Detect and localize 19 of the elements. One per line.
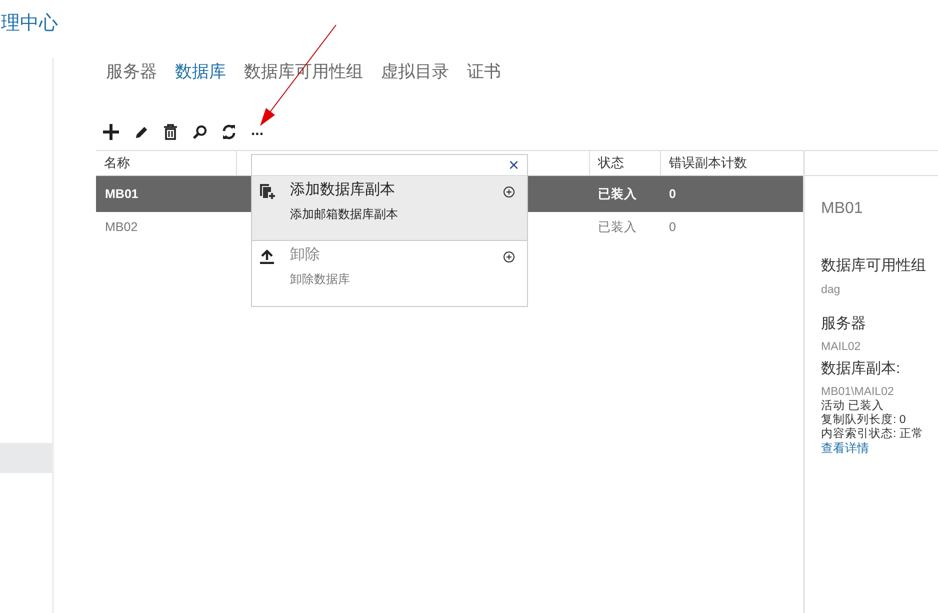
menu-item-title: 添加数据库副本 xyxy=(290,180,396,200)
section-heading: 数据库可用性组 xyxy=(821,256,927,276)
menu-item-description: 添加邮箱数据库副本 xyxy=(290,206,399,222)
menu-item-description: 卸除数据库 xyxy=(290,271,351,287)
detail-text: 内容索引状态: 正常 xyxy=(821,426,924,440)
detail-text: 活动 已装入 xyxy=(821,398,886,412)
detail-text: MAIL02 xyxy=(821,340,862,354)
app-title: 理中心 xyxy=(1,12,58,36)
details-title: MB01 xyxy=(821,199,864,219)
detail-text: 复制队列长度: 0 xyxy=(821,412,907,426)
table-cell: 0 xyxy=(669,186,676,201)
section-heading: 数据库副本: xyxy=(821,359,902,379)
table-cell: 0 xyxy=(669,220,676,234)
menu-item-title: 卸除 xyxy=(290,245,321,265)
detail-text: MB01\MAIL02 xyxy=(821,384,895,398)
detail-text: dag xyxy=(821,282,842,296)
table-cell: 已装入 xyxy=(598,220,637,234)
table-cell: 已装入 xyxy=(598,186,637,201)
section-heading: 服务器 xyxy=(821,314,867,334)
